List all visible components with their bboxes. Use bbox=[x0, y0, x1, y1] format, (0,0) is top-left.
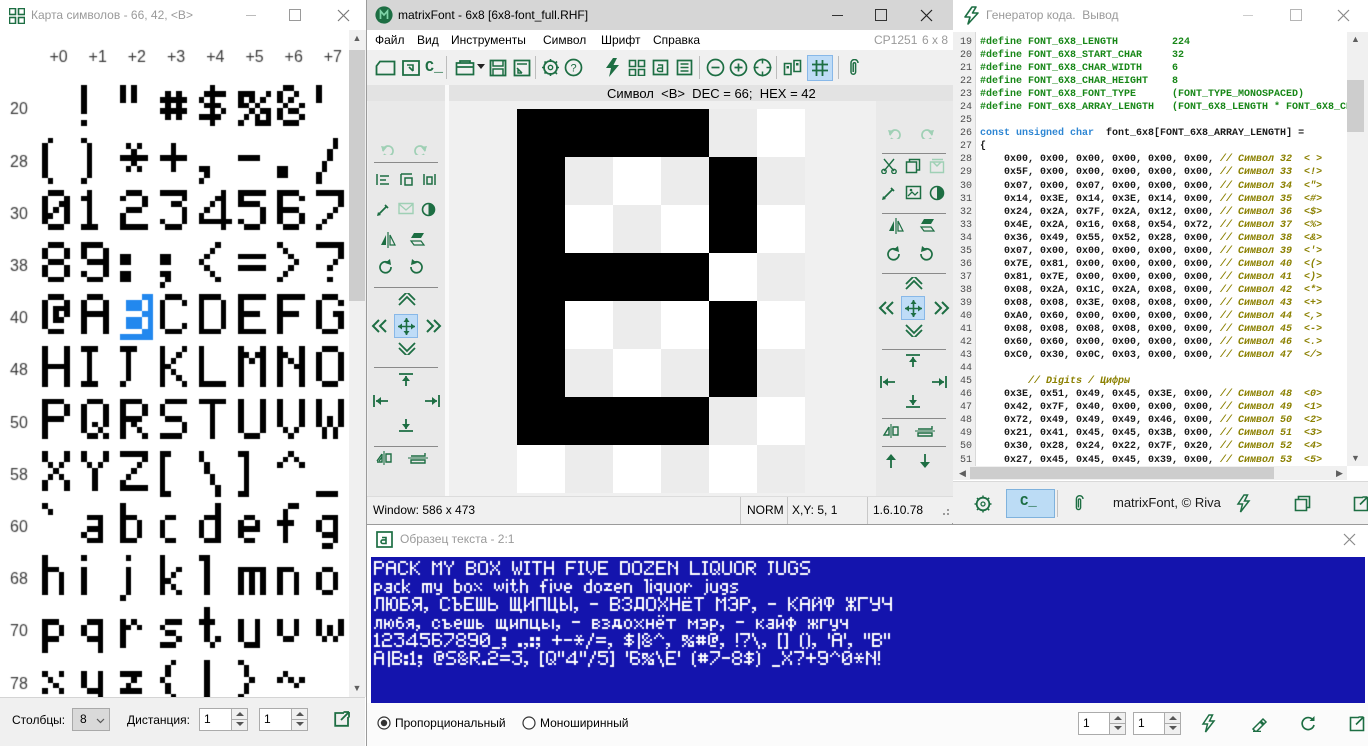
svg-text:?: ? bbox=[570, 63, 576, 75]
